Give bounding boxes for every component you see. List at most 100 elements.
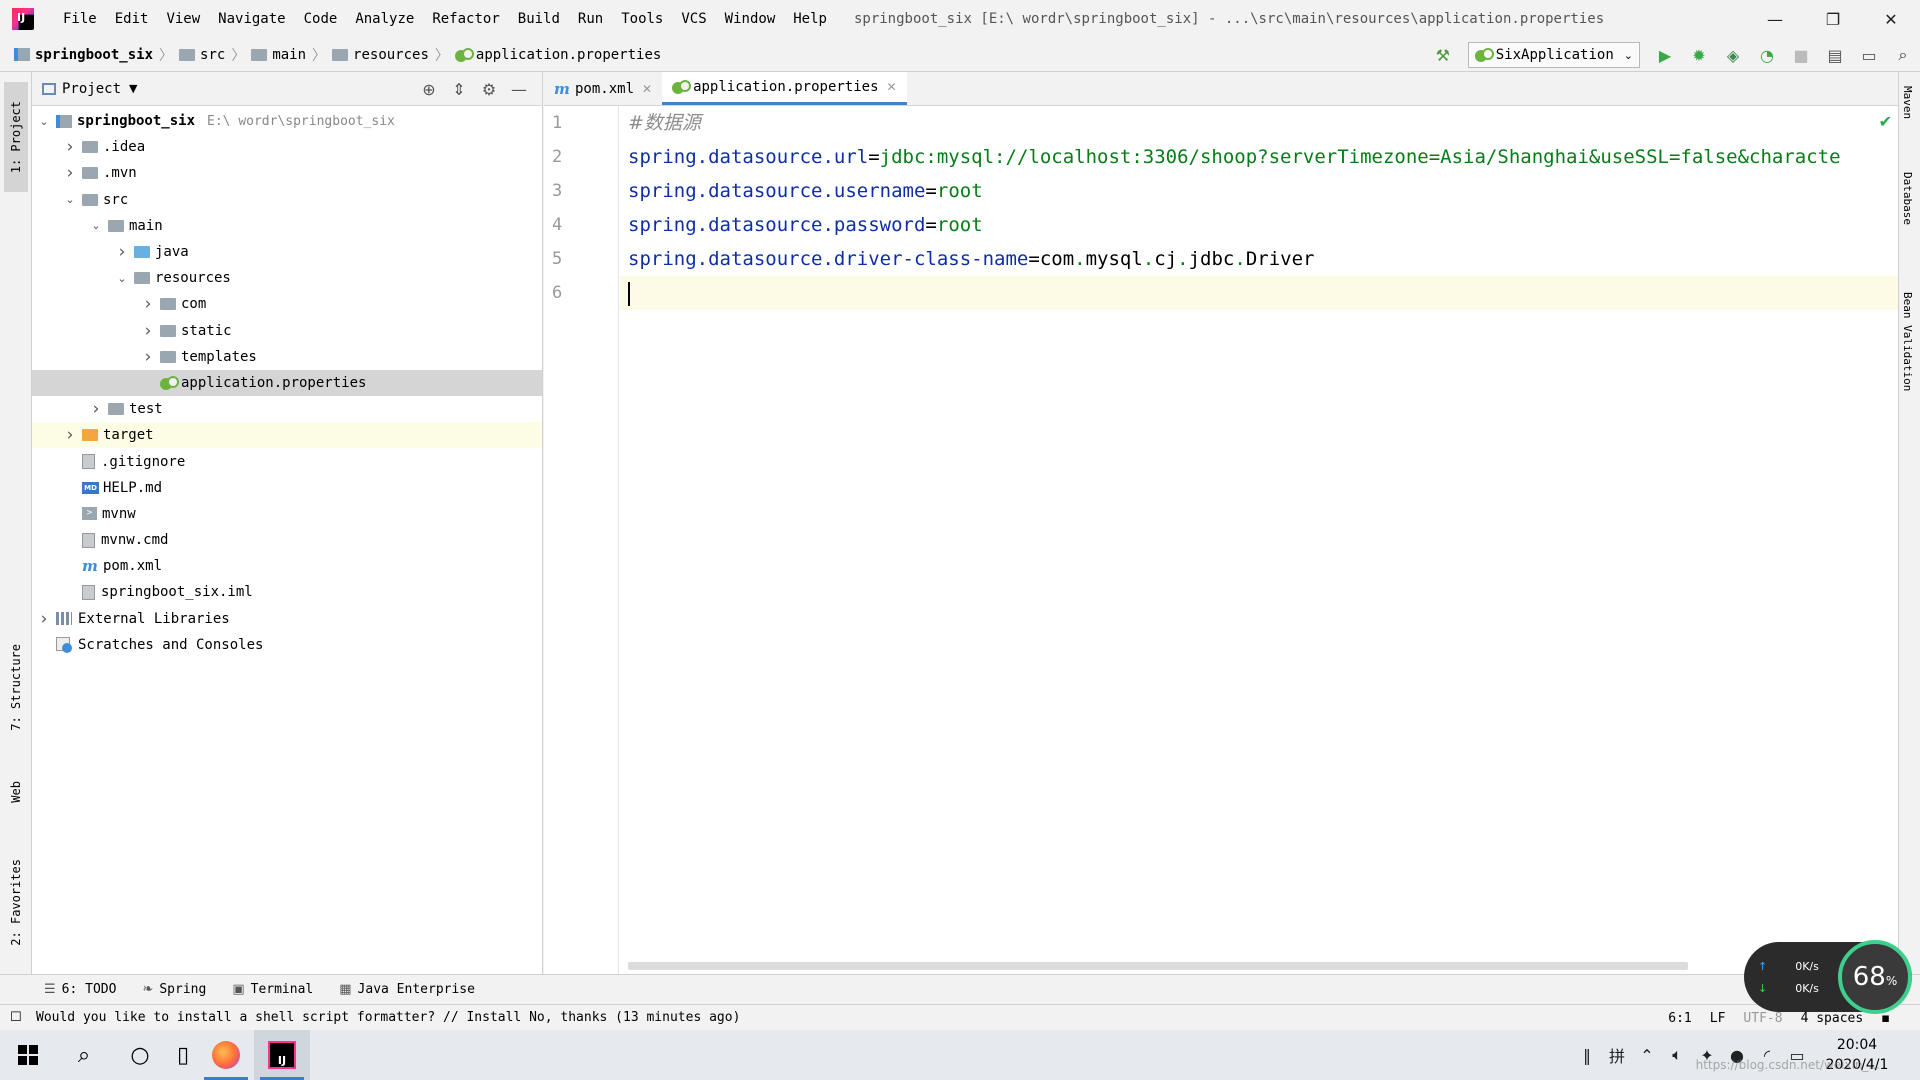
- breadcrumb-item[interactable]: resources 〉: [332, 45, 449, 65]
- tree-item[interactable]: mvnw.cmd: [32, 527, 542, 553]
- menu-window[interactable]: Window: [716, 11, 785, 27]
- menu-view[interactable]: View: [157, 11, 209, 27]
- start-button[interactable]: [0, 1030, 56, 1080]
- caret-position[interactable]: 6:1: [1668, 1011, 1691, 1026]
- breadcrumb-item[interactable]: src 〉: [179, 45, 245, 65]
- stop-icon[interactable]: ■: [1786, 40, 1816, 70]
- menu-file[interactable]: File: [54, 11, 106, 27]
- chevron-down-icon[interactable]: ⌄: [114, 272, 130, 285]
- project-structure-icon[interactable]: ▤: [1820, 40, 1850, 70]
- hammer-icon[interactable]: ⚒: [1428, 40, 1458, 70]
- chevron-right-icon[interactable]: ›: [62, 425, 78, 445]
- volume-icon[interactable]: 🔈︎: [1662, 1045, 1692, 1065]
- collapse-all-icon[interactable]: ⇕: [444, 80, 474, 99]
- network-speed-widget[interactable]: ↑ 0K/s ↓ 0K/s 68%: [1744, 940, 1912, 1014]
- tree-item[interactable]: ⌄ main: [32, 213, 542, 239]
- tree-item[interactable]: › com: [32, 291, 542, 317]
- tree-item[interactable]: › .idea: [32, 134, 542, 160]
- chevron-right-icon[interactable]: ›: [36, 609, 52, 629]
- tool-tab-structure[interactable]: 7: Structure: [4, 627, 28, 747]
- minimize-button[interactable]: —: [1746, 0, 1804, 38]
- tree-item[interactable]: .gitignore: [32, 448, 542, 474]
- tree-item[interactable]: MD HELP.md: [32, 475, 542, 501]
- chevron-right-icon[interactable]: ›: [140, 294, 156, 314]
- menu-tools[interactable]: Tools: [612, 11, 672, 27]
- tree-item[interactable]: › static: [32, 318, 542, 344]
- search-icon[interactable]: ⌕: [56, 1030, 112, 1080]
- chevron-right-icon[interactable]: ›: [140, 321, 156, 341]
- tree-item[interactable]: ⌄ resources: [32, 265, 542, 291]
- chevron-up-icon[interactable]: ⌃: [1632, 1046, 1662, 1065]
- run-configuration-select[interactable]: SixApplication ⌄: [1467, 42, 1640, 68]
- breadcrumb-item[interactable]: springboot_six 〉: [14, 45, 173, 65]
- gear-icon[interactable]: ⚙: [474, 80, 504, 99]
- locate-icon[interactable]: ⊕: [414, 80, 444, 99]
- restore-button[interactable]: ❐: [1804, 0, 1862, 38]
- menu-analyze[interactable]: Analyze: [346, 11, 423, 27]
- menu-edit[interactable]: Edit: [106, 11, 158, 27]
- tree-item[interactable]: › External Libraries: [32, 606, 542, 632]
- chevron-right-icon[interactable]: ›: [62, 137, 78, 157]
- tree-item[interactable]: › test: [32, 396, 542, 422]
- bottom-tab-spring[interactable]: ❧ Spring: [142, 982, 206, 997]
- menu-vcs[interactable]: VCS: [672, 11, 715, 27]
- status-message[interactable]: Would you like to install a shell script…: [36, 1010, 740, 1025]
- task-view-icon[interactable]: ▯: [168, 1030, 198, 1080]
- menu-help[interactable]: Help: [784, 11, 836, 27]
- tab-application-properties[interactable]: application.properties ✕: [662, 72, 907, 105]
- line-separator[interactable]: LF: [1710, 1011, 1726, 1026]
- cortana-icon[interactable]: ○: [112, 1030, 168, 1080]
- breadcrumb-item[interactable]: application.properties: [454, 47, 661, 63]
- tree-item[interactable]: ⌄ springboot_six E:\ wordr\springboot_six: [32, 108, 542, 134]
- menu-build[interactable]: Build: [509, 11, 569, 27]
- chevron-down-icon[interactable]: ⌄: [88, 219, 104, 232]
- code-line[interactable]: spring.datasource.driver-class-name=com.…: [620, 242, 1898, 276]
- tool-tab-database[interactable]: Database: [1901, 172, 1919, 228]
- event-log-icon[interactable]: ☐: [10, 1010, 22, 1025]
- breadcrumb-item[interactable]: main 〉: [251, 45, 326, 65]
- horizontal-scrollbar[interactable]: [628, 962, 1688, 970]
- tool-tab-favorites[interactable]: 2: Favorites: [4, 837, 28, 967]
- tree-item[interactable]: › target: [32, 422, 542, 449]
- indent-setting[interactable]: 4 spaces: [1801, 1011, 1864, 1026]
- tree-item[interactable]: › .mvn: [32, 160, 542, 186]
- bottom-tab-6-todo[interactable]: ☰ 6: TODO: [44, 982, 116, 997]
- tab-pom-xml[interactable]: m pom.xml ✕: [544, 72, 662, 105]
- terminal-window-icon[interactable]: ▭: [1854, 40, 1884, 70]
- code-editor[interactable]: #数据源 spring.datasource.url=jdbc:mysql://l…: [620, 106, 1898, 974]
- chevron-down-icon[interactable]: ⌄: [36, 115, 52, 128]
- code-line[interactable]: spring.datasource.username=root: [620, 174, 1898, 208]
- tree-item[interactable]: application.properties: [32, 369, 542, 397]
- tool-tab-web[interactable]: Web: [4, 762, 28, 822]
- menu-refactor[interactable]: Refactor: [423, 11, 508, 27]
- close-icon[interactable]: ✕: [642, 82, 652, 96]
- firefox-taskbar-button[interactable]: [198, 1030, 254, 1080]
- code-line[interactable]: [620, 276, 1898, 310]
- tree-item[interactable]: > mvnw: [32, 501, 542, 527]
- tree-item[interactable]: › java: [32, 239, 542, 265]
- chevron-down-icon[interactable]: ▼: [129, 82, 137, 95]
- chevron-down-icon[interactable]: ⌄: [62, 193, 78, 206]
- bottom-tab-java-enterprise[interactable]: ▦ Java Enterprise: [339, 982, 475, 997]
- menu-code[interactable]: Code: [295, 11, 347, 27]
- project-view-select[interactable]: Project: [62, 81, 121, 97]
- profile-icon[interactable]: ◔: [1752, 40, 1782, 70]
- tool-tab-maven[interactable]: Maven: [1901, 86, 1919, 122]
- chevron-right-icon[interactable]: ›: [88, 399, 104, 419]
- chevron-right-icon[interactable]: ›: [62, 163, 78, 183]
- tree-item[interactable]: springboot_six.iml: [32, 579, 542, 605]
- tree-item[interactable]: › templates: [32, 344, 542, 370]
- close-icon[interactable]: ✕: [887, 80, 897, 94]
- tool-tab-bean-validation[interactable]: Bean Validation: [1901, 292, 1919, 394]
- code-line[interactable]: #数据源: [620, 106, 1898, 140]
- intellij-taskbar-button[interactable]: IJ: [254, 1030, 310, 1080]
- bottom-tab-terminal[interactable]: ▣ Terminal: [232, 982, 313, 997]
- close-button[interactable]: ✕: [1862, 0, 1920, 38]
- code-line[interactable]: spring.datasource.url=jdbc:mysql://local…: [620, 140, 1898, 174]
- run-icon[interactable]: ▶: [1650, 40, 1680, 70]
- tree-item[interactable]: m pom.xml: [32, 553, 542, 579]
- coverage-icon[interactable]: ◈: [1718, 40, 1748, 70]
- hide-icon[interactable]: —: [504, 80, 534, 99]
- ime-indicator[interactable]: 拼: [1602, 1043, 1632, 1067]
- tool-tab-project[interactable]: 1: Project: [4, 82, 28, 192]
